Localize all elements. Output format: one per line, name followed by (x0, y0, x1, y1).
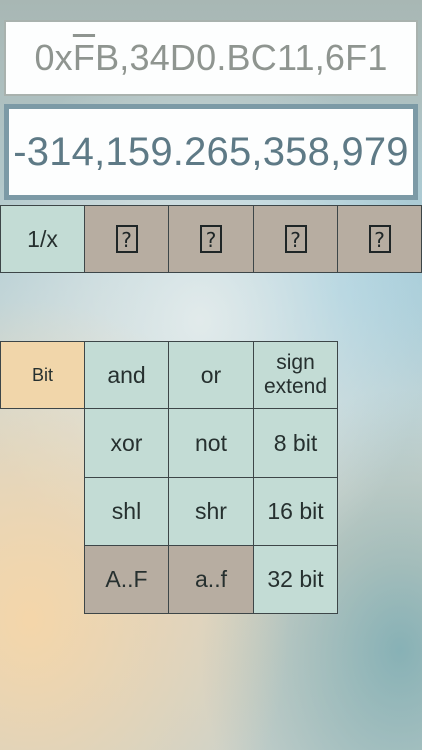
reciprocal-label: 1/x (27, 225, 58, 252)
xor-button[interactable]: xor (84, 408, 169, 478)
or-label: or (200, 361, 222, 388)
32-bit-button[interactable]: 32 bit (253, 545, 338, 614)
8-bit-button[interactable]: 8 bit (253, 408, 338, 478)
not-label: not (195, 429, 227, 456)
shr-label: shr (195, 498, 227, 525)
8-bit-label: 8 bit (273, 429, 318, 456)
decimal-value: -314,159.265,358,979 (13, 129, 409, 174)
and-button[interactable]: and (84, 341, 169, 409)
uppercase-hex-label: A..F (105, 566, 148, 593)
hex-overlined-digit: F (72, 37, 96, 78)
xor-label: xor (110, 429, 143, 456)
shr-button[interactable]: shr (168, 477, 254, 546)
bit-mode-label: Bit (31, 364, 53, 385)
lowercase-hex-label: a..f (195, 566, 227, 593)
unlabeled-key-1[interactable] (84, 205, 169, 273)
hex-prefix: 0x (34, 37, 73, 78)
reciprocal-button[interactable]: 1/x (0, 205, 85, 273)
missing-glyph-icon (284, 225, 307, 253)
or-button[interactable]: or (168, 341, 254, 409)
unlabeled-key-4[interactable] (337, 205, 422, 273)
sign-extend-label: sign extend (263, 350, 328, 398)
hex-value: B,34D0.BC11,6F1 (95, 37, 388, 78)
32-bit-label: 32 bit (267, 566, 324, 593)
uppercase-hex-button[interactable]: A..F (84, 545, 169, 614)
hex-display: 0x F B,34D0.BC11,6F1 (4, 20, 418, 96)
not-button[interactable]: not (168, 408, 254, 478)
missing-glyph-icon (200, 225, 222, 253)
shl-button[interactable]: shl (84, 477, 169, 546)
missing-glyph-icon (115, 225, 138, 253)
lowercase-hex-button[interactable]: a..f (168, 545, 254, 614)
missing-glyph-icon (368, 225, 391, 253)
16-bit-button[interactable]: 16 bit (253, 477, 338, 546)
bit-mode-button[interactable]: Bit (0, 341, 85, 409)
unlabeled-key-3[interactable] (253, 205, 338, 273)
sign-extend-button[interactable]: sign extend (253, 341, 338, 409)
shl-label: shl (111, 498, 142, 525)
and-label: and (107, 361, 146, 388)
decimal-display: -314,159.265,358,979 (4, 104, 418, 200)
unlabeled-key-2[interactable] (168, 205, 254, 273)
16-bit-label: 16 bit (267, 498, 324, 525)
